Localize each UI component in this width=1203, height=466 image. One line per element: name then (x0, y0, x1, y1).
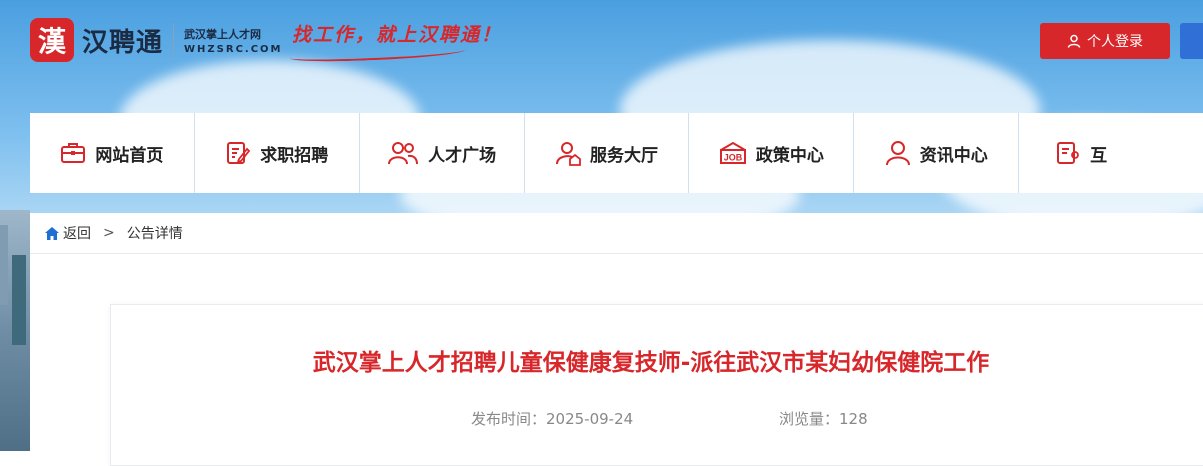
home-icon (45, 226, 59, 240)
svg-text:JOB: JOB (724, 153, 743, 163)
site-logo[interactable]: 漢 汉聘通 武汉掌上人才网 WHZSRC.COM (30, 18, 283, 62)
login-label: 个人登录 (1087, 34, 1143, 50)
view-count: 浏览量：128 (779, 410, 868, 428)
nav-item-partial[interactable]: 互 (1019, 113, 1203, 193)
nav-item-policy[interactable]: JOB 政策中心 (689, 113, 855, 193)
personal-login-button[interactable]: 个人登录 (1040, 23, 1170, 59)
logo-subtitle: 武汉掌上人才网 WHZSRC.COM (184, 26, 282, 55)
logo-subtitle-cn: 武汉掌上人才网 (184, 27, 262, 41)
logo-mark: 漢 (30, 18, 74, 62)
nav-label: 服务大厅 (590, 145, 658, 166)
doc-user-icon (1057, 142, 1080, 164)
back-label: 返回 (63, 226, 91, 242)
user-home-icon (556, 142, 581, 166)
logo-name: 汉聘通 (82, 27, 164, 58)
people-icon (388, 142, 419, 165)
user-icon (885, 141, 910, 166)
briefcase-icon (61, 143, 86, 163)
nav-label: 网站首页 (95, 145, 164, 166)
publish-time: 发布时间：2025-09-24 (471, 410, 634, 428)
nav-item-news[interactable]: 资讯中心 (854, 113, 1020, 193)
logo-subtitle-en: WHZSRC.COM (184, 43, 283, 55)
nav-label: 政策中心 (755, 145, 824, 166)
user-icon (1067, 34, 1081, 48)
slogan: 找工作，就上汉聘通！ (292, 24, 503, 46)
nav-label: 资讯中心 (919, 145, 988, 166)
nav-item-home[interactable]: 网站首页 (30, 113, 195, 193)
register-button[interactable] (1180, 23, 1203, 59)
main-nav: 网站首页 求职招聘 人才广场 服务大厅 JOB 政策中心 资讯中心 互 (30, 113, 1203, 193)
nav-label: 人才广场 (428, 145, 497, 166)
nav-label: 互 (1090, 145, 1108, 166)
breadcrumb-separator: > (103, 225, 115, 241)
nav-item-talent[interactable]: 人才广场 (360, 113, 525, 193)
edit-doc-icon (227, 142, 251, 164)
article-card: 武汉掌上人才招聘儿童保健康复技师-派往武汉市某妇幼保健院工作 发布时间：2025… (110, 304, 1203, 466)
nav-label: 求职招聘 (260, 145, 329, 166)
article-title: 武汉掌上人才招聘儿童保健康复技师-派往武汉市某妇幼保健院工作 (312, 350, 990, 376)
breadcrumb-current: 公告详情 (126, 226, 183, 242)
back-link[interactable]: 返回 (45, 223, 91, 243)
breadcrumb: 返回 > 公告详情 (30, 213, 1203, 254)
nav-item-service[interactable]: 服务大厅 (525, 113, 690, 193)
logo-divider (173, 23, 175, 57)
nav-item-jobs[interactable]: 求职招聘 (195, 113, 360, 193)
job-icon: JOB (719, 141, 746, 164)
